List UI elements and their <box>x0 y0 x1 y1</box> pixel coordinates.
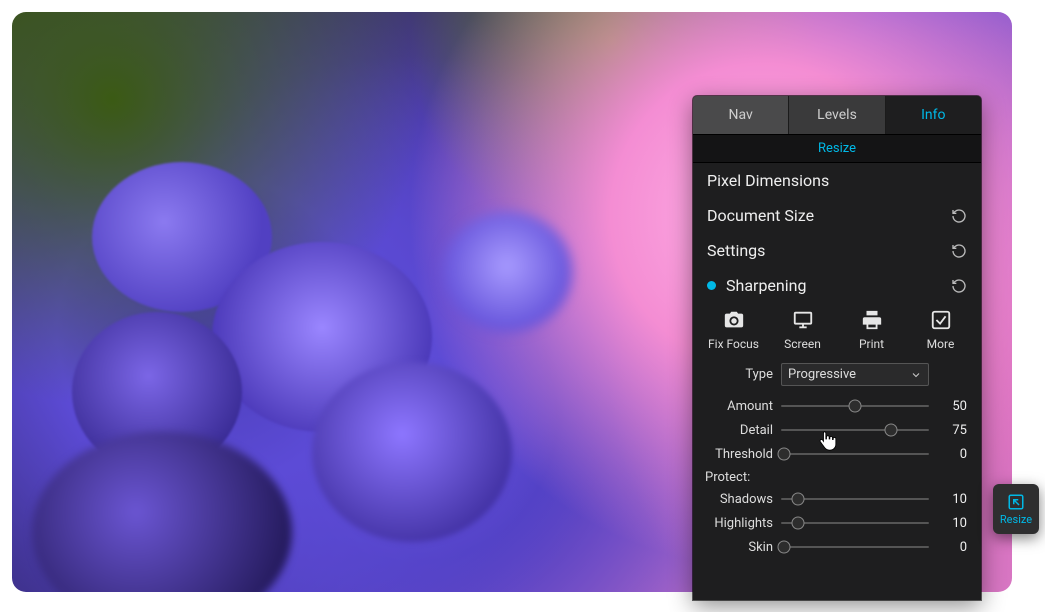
image-decor <box>442 212 572 332</box>
image-decor <box>32 432 292 592</box>
skin-value: 0 <box>937 540 971 555</box>
reset-icon[interactable] <box>951 208 967 224</box>
group-document-size[interactable]: Document Size <box>693 198 981 233</box>
skin-label: Skin <box>693 540 773 555</box>
reset-icon[interactable] <box>951 243 967 259</box>
tab-levels[interactable]: Levels <box>788 96 884 134</box>
amount-label: Amount <box>693 399 773 414</box>
group-label: Document Size <box>707 206 951 225</box>
group-sharpening[interactable]: Sharpening <box>693 268 981 303</box>
group-label: Sharpening <box>726 276 951 295</box>
resize-icon <box>1007 493 1025 511</box>
threshold-slider[interactable] <box>781 445 929 463</box>
threshold-value: 0 <box>937 447 971 462</box>
type-label: Type <box>693 367 773 382</box>
type-select[interactable]: Progressive <box>781 363 929 386</box>
monitor-icon <box>792 309 814 331</box>
amount-value: 50 <box>937 399 971 414</box>
type-value: Progressive <box>788 367 856 382</box>
printer-icon <box>861 309 883 331</box>
resize-tool-chip[interactable]: Resize <box>993 484 1039 534</box>
group-pixel-dimensions[interactable]: Pixel Dimensions <box>693 163 981 198</box>
preset-label: Print <box>859 337 884 351</box>
camera-icon <box>723 309 745 331</box>
chevron-down-icon <box>910 369 922 381</box>
skin-slider[interactable] <box>781 538 929 556</box>
resize-chip-label: Resize <box>1000 513 1032 526</box>
check-square-icon <box>930 309 952 331</box>
sharpening-presets: Fix Focus Screen Print More <box>693 303 981 361</box>
amount-row: Amount 50 <box>693 394 981 418</box>
threshold-label: Threshold <box>693 447 773 462</box>
section-resize-title: Resize <box>693 134 981 163</box>
tab-info[interactable]: Info <box>885 96 981 134</box>
shadows-slider[interactable] <box>781 490 929 508</box>
amount-slider[interactable] <box>781 397 929 415</box>
highlights-value: 10 <box>937 516 971 531</box>
group-label: Settings <box>707 241 951 260</box>
detail-row: Detail 75 <box>693 418 981 442</box>
detail-value: 75 <box>937 423 971 438</box>
group-label: Pixel Dimensions <box>707 171 967 190</box>
preset-print[interactable]: Print <box>840 309 904 351</box>
skin-row: Skin 0 <box>693 535 981 559</box>
preset-label: Fix Focus <box>708 337 759 351</box>
active-dot-icon <box>707 281 716 290</box>
panel-tabs: Nav Levels Info <box>693 96 981 134</box>
info-panel: Nav Levels Info Resize Pixel Dimensions … <box>693 96 981 600</box>
detail-label: Detail <box>693 423 773 438</box>
highlights-label: Highlights <box>693 516 773 531</box>
image-decor <box>312 362 512 542</box>
preset-screen[interactable]: Screen <box>771 309 835 351</box>
preset-fix-focus[interactable]: Fix Focus <box>702 309 766 351</box>
protect-heading: Protect: <box>693 466 981 487</box>
threshold-row: Threshold 0 <box>693 442 981 466</box>
reset-icon[interactable] <box>951 278 967 294</box>
highlights-slider[interactable] <box>781 514 929 532</box>
preset-more[interactable]: More <box>909 309 973 351</box>
shadows-value: 10 <box>937 492 971 507</box>
highlights-row: Highlights 10 <box>693 511 981 535</box>
preset-label: More <box>927 337 955 351</box>
shadows-label: Shadows <box>693 492 773 507</box>
tab-nav[interactable]: Nav <box>693 96 788 134</box>
shadows-row: Shadows 10 <box>693 487 981 511</box>
group-settings[interactable]: Settings <box>693 233 981 268</box>
detail-slider[interactable] <box>781 421 929 439</box>
type-row: Type Progressive <box>693 361 981 394</box>
preset-label: Screen <box>784 337 821 351</box>
